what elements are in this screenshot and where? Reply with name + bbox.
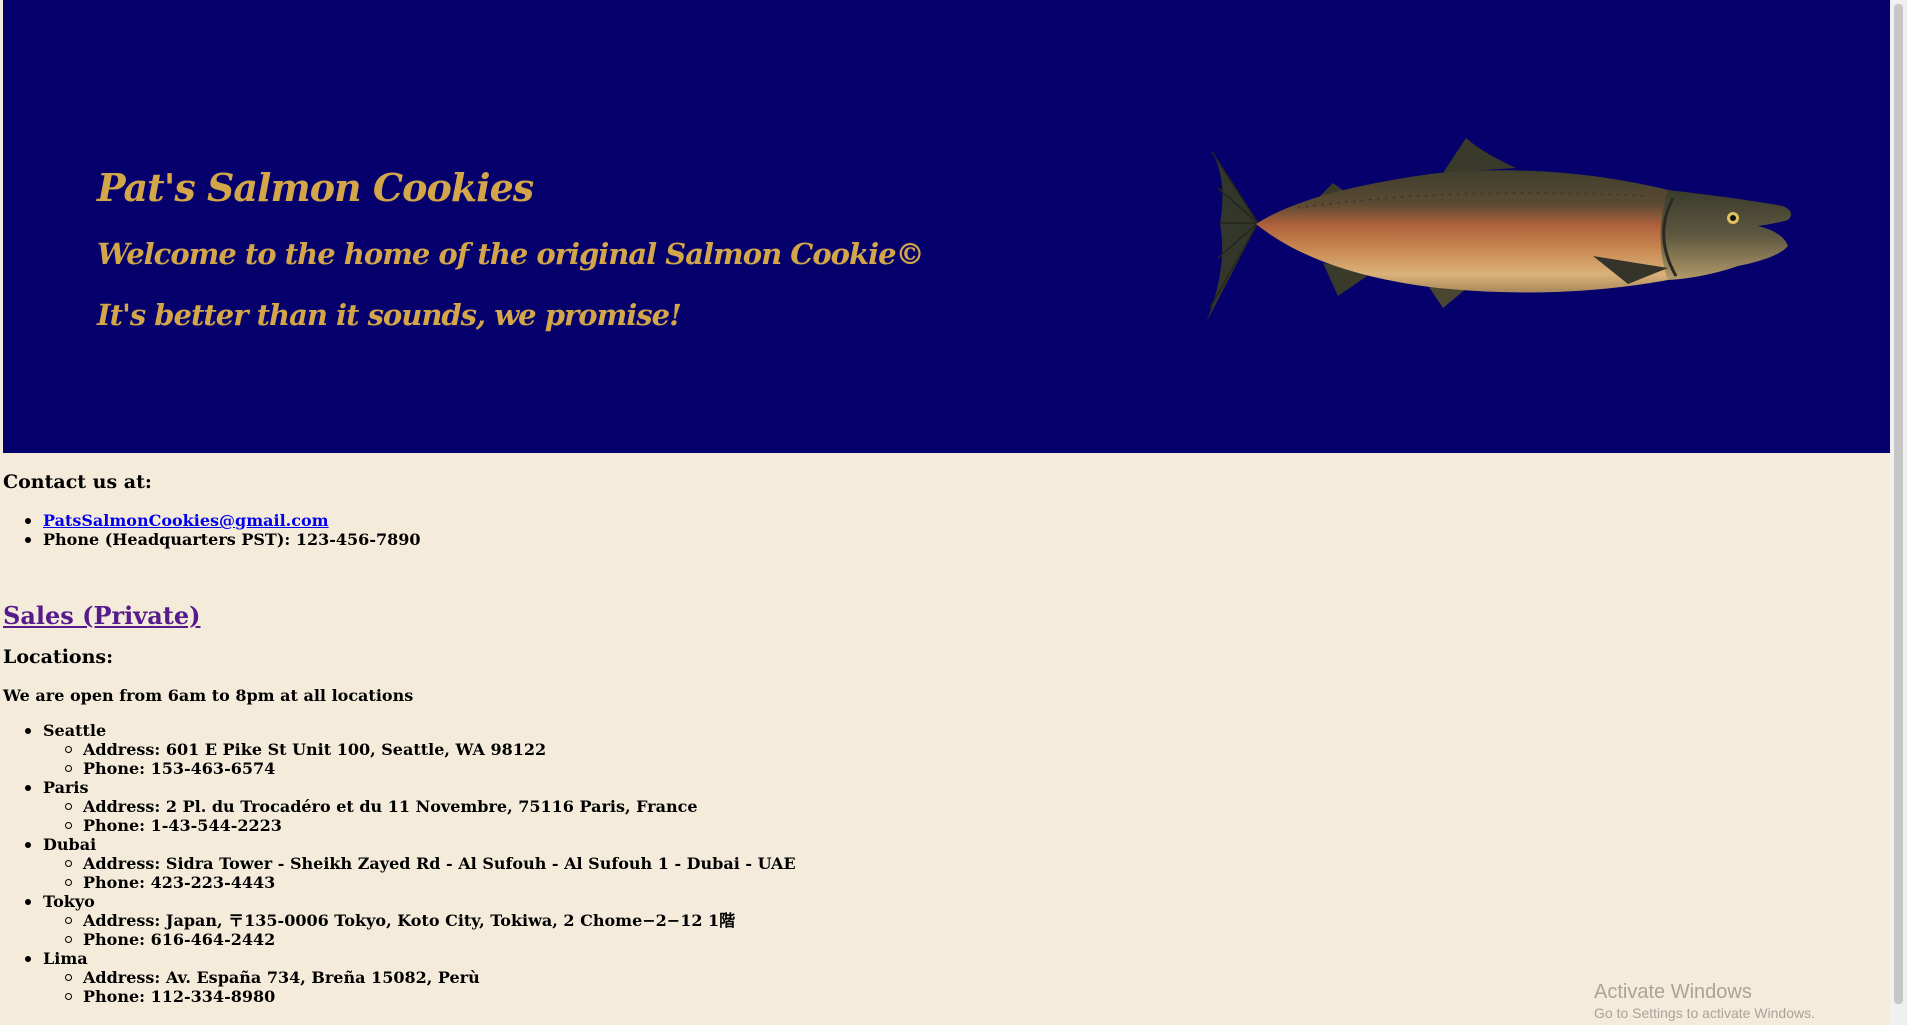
location-name: Lima [43,949,88,968]
contact-heading: Contact us at: [3,471,152,493]
location-details: Address: Av. España 734, Breña 15082, Pe… [43,968,796,1006]
location-name: Seattle [43,721,107,740]
vertical-scrollbar[interactable] [1890,0,1907,1025]
location-item: Tokyo Address: Japan, 〒135-0006 Tokyo, K… [3,892,796,949]
location-details: Address: Japan, 〒135-0006 Tokyo, Koto Ci… [43,911,796,949]
contact-item-phone: Phone (Headquarters PST): 123-456-7890 [3,530,420,549]
page-title: Pat's Salmon Cookies [97,165,534,210]
location-item: Seattle Address: 601 E Pike St Unit 100,… [3,721,796,778]
location-phone: Phone: 616-464-2442 [43,930,796,949]
email-link[interactable]: PatsSalmonCookies@gmail.com [43,511,329,530]
location-name: Dubai [43,835,97,854]
hero-banner: Pat's Salmon Cookies Welcome to the home… [3,0,1890,453]
watermark-subtitle: Go to Settings to activate Windows. [1594,1005,1815,1021]
location-name: Tokyo [43,892,95,911]
salmon-image [1206,138,1792,323]
location-phone: Phone: 153-463-6574 [43,759,796,778]
location-item: Lima Address: Av. España 734, Breña 1508… [3,949,796,1006]
watermark-title: Activate Windows [1594,981,1752,1003]
location-address: Address: 601 E Pike St Unit 100, Seattle… [43,740,796,759]
locations-list: Seattle Address: 601 E Pike St Unit 100,… [3,721,796,1006]
tagline-heading: It's better than it sounds, we promise! [97,298,682,332]
location-phone: Phone: 112-334-8980 [43,987,796,1006]
location-address: Address: Av. España 734, Breña 15082, Pe… [43,968,796,987]
welcome-heading: Welcome to the home of the original Salm… [97,237,925,271]
location-address: Address: 2 Pl. du Trocadéro et du 11 Nov… [43,797,796,816]
location-details: Address: 601 E Pike St Unit 100, Seattle… [43,740,796,778]
page-viewport: Pat's Salmon Cookies Welcome to the home… [0,0,1890,1025]
locations-heading: Locations: [3,646,114,668]
location-details: Address: Sidra Tower - Sheikh Zayed Rd -… [43,854,796,892]
windows-activation-watermark: Activate Windows Go to Settings to activ… [1594,980,1815,1022]
location-item: Dubai Address: Sidra Tower - Sheikh Zaye… [3,835,796,892]
location-phone: Phone: 1-43-544-2223 [43,816,796,835]
scrollbar-thumb[interactable] [1894,4,1903,1004]
contact-list: PatsSalmonCookies@gmail.com Phone (Headq… [3,511,420,549]
contact-item-email: PatsSalmonCookies@gmail.com [3,511,420,530]
sales-private-link[interactable]: Sales (Private) [3,601,201,630]
location-details: Address: 2 Pl. du Trocadéro et du 11 Nov… [43,797,796,835]
opening-hours: We are open from 6am to 8pm at all locat… [3,686,414,705]
location-name: Paris [43,778,89,797]
location-address: Address: Japan, 〒135-0006 Tokyo, Koto Ci… [43,911,796,930]
location-item: Paris Address: 2 Pl. du Trocadéro et du … [3,778,796,835]
location-address: Address: Sidra Tower - Sheikh Zayed Rd -… [43,854,796,873]
location-phone: Phone: 423-223-4443 [43,873,796,892]
